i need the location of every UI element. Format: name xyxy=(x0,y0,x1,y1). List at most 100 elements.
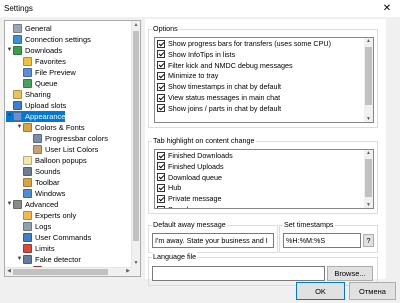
checkbox-label: Show joins / parts in chat by default xyxy=(168,103,282,113)
browse-button[interactable]: Browse... xyxy=(327,266,373,281)
tree-item-downloads[interactable]: ▼ Downloads xyxy=(6,45,62,56)
checkbox-label: View status messages in main chat xyxy=(168,93,281,102)
tree-item-experts-only[interactable]: Experts only xyxy=(16,210,76,221)
checkbox-checked-icon[interactable] xyxy=(157,194,165,203)
tree-item-user-commands[interactable]: User Commands xyxy=(16,232,91,243)
tree-item-appearance[interactable]: ▼ Appearance xyxy=(6,111,66,122)
ok-button[interactable]: OK xyxy=(296,282,345,300)
checkbox-item[interactable]: Search xyxy=(157,205,191,208)
checkbox-item[interactable]: Show progress bars for transfers (uses s… xyxy=(157,39,331,48)
checkbox-checked-icon[interactable] xyxy=(157,39,165,48)
tree-item-label: File Preview xyxy=(35,68,76,77)
checkbox-checked-icon[interactable] xyxy=(157,61,165,70)
tree-item-label: Sounds xyxy=(35,167,61,176)
tree-item-progressbar-colors[interactable]: Progressbar colors xyxy=(26,133,108,144)
tree-item-connection-settings[interactable]: Connection settings xyxy=(6,34,91,45)
expand-toggle-icon[interactable]: ▼ xyxy=(6,111,13,122)
tree-item-file-preview[interactable]: File Preview xyxy=(16,67,76,78)
tree-item-upload-slots[interactable]: Upload slots xyxy=(6,100,66,111)
away-message-input[interactable]: I'm away. State your business and I xyxy=(152,233,274,248)
scroll-up-arrow-icon[interactable]: ▲ xyxy=(364,38,373,44)
checkbox-checked-icon[interactable] xyxy=(157,162,165,171)
checkbox-checked-icon[interactable] xyxy=(157,173,165,182)
checkbox-item[interactable]: Filter kick and NMDC debug messages xyxy=(157,61,293,70)
tree-item-label: Upload slots xyxy=(25,101,67,110)
close-button[interactable]: ✕ xyxy=(374,0,400,17)
folder-icon xyxy=(13,90,22,99)
tree-item-label: User List Colors xyxy=(45,145,99,154)
checkbox-checked-icon[interactable] xyxy=(157,104,165,113)
tree-item-logs[interactable]: Logs xyxy=(16,221,51,232)
scroll-thumb[interactable] xyxy=(365,159,372,197)
star-icon xyxy=(23,57,32,66)
tree-item-sounds[interactable]: Sounds xyxy=(16,166,60,177)
scroll-thumb[interactable] xyxy=(133,31,139,241)
tree-item-sharing[interactable]: Sharing xyxy=(6,89,51,100)
checkbox-item[interactable]: Show InfoTips in lists xyxy=(157,50,235,59)
tree-item-balloon-popups[interactable]: Balloon popups xyxy=(16,155,87,166)
tree-item-label: Queue xyxy=(35,79,58,88)
tree-item-advanced[interactable]: ▼ Advanced xyxy=(6,199,58,210)
expand-toggle-icon[interactable]: ▼ xyxy=(6,199,13,210)
checkbox-checked-icon[interactable] xyxy=(157,183,165,192)
away-message-group: Default away message I'm away. State you… xyxy=(148,220,278,253)
appearance-icon xyxy=(13,112,22,121)
tab-highlight-list[interactable]: ▲ ▼ Finished Downloads Finished Uploads Do… xyxy=(154,149,374,209)
checkbox-item[interactable]: Finished Uploads xyxy=(157,162,224,171)
options-list-scrollbar[interactable]: ▲ ▼ xyxy=(364,38,373,122)
tree-item-label: Fake detector xyxy=(35,255,81,264)
scroll-thumb[interactable] xyxy=(13,269,108,275)
cancel-button[interactable]: Отмена xyxy=(349,282,396,300)
checkbox-checked-icon[interactable] xyxy=(157,93,165,102)
checkbox-item[interactable]: Finished Downloads xyxy=(157,151,233,160)
tree-item-label: Favorites xyxy=(35,57,66,66)
checkbox-item[interactable]: Download queue xyxy=(157,173,222,182)
scroll-up-arrow-icon[interactable]: ▲ xyxy=(364,150,373,156)
checkbox-checked-icon[interactable] xyxy=(157,71,165,80)
timestamps-input[interactable]: %H:%M:%S xyxy=(283,233,361,248)
tree-vertical-scrollbar[interactable]: ▲ ▼ xyxy=(131,21,140,276)
scroll-down-arrow-icon[interactable]: ▼ xyxy=(364,116,373,122)
checkbox-item[interactable]: Show timestamps in chat by default xyxy=(157,82,281,91)
scroll-thumb[interactable] xyxy=(365,47,372,105)
checkbox-checked-icon[interactable] xyxy=(157,82,165,91)
checkbox-item[interactable]: Minimize to tray xyxy=(157,71,218,80)
timestamps-help-button[interactable]: ? xyxy=(363,234,374,247)
tree-item-favorites[interactable]: Favorites xyxy=(16,56,66,67)
checkbox-item[interactable]: View status messages in main chat xyxy=(157,93,280,102)
expand-toggle-icon[interactable]: ▼ xyxy=(16,122,23,133)
checkbox-item[interactable]: Private message xyxy=(157,194,222,203)
settings-tree[interactable]: General Connection settings ▼ Downloads Favo… xyxy=(4,20,141,277)
users-icon xyxy=(33,145,42,154)
tab-highlight-list-scrollbar[interactable]: ▲ ▼ xyxy=(364,150,373,208)
checkbox-item[interactable]: Hub xyxy=(157,183,181,192)
scroll-down-arrow-icon[interactable]: ▼ xyxy=(364,202,373,208)
tree-horizontal-scrollbar[interactable]: ◀ ▶ xyxy=(5,267,132,276)
options-list[interactable]: ▲ ▼ Show progress bars for transfers (us… xyxy=(154,37,374,123)
tree-item-windows[interactable]: Windows xyxy=(16,188,65,199)
tree-item-label: Limits xyxy=(35,244,55,253)
checkbox-label: Show InfoTips in lists xyxy=(168,49,236,59)
checkbox-checked-icon[interactable] xyxy=(157,205,165,208)
expand-toggle-icon[interactable]: ▼ xyxy=(16,254,23,265)
checkbox-label: Show progress bars for transfers (uses s… xyxy=(168,39,331,48)
checkbox-item[interactable]: Show joins / parts in chat by default xyxy=(157,104,281,113)
tree-item-queue[interactable]: Queue xyxy=(16,78,58,89)
scroll-down-arrow-icon[interactable]: ▼ xyxy=(132,260,140,266)
scroll-up-arrow-icon[interactable]: ▲ xyxy=(132,22,140,28)
tree-item-label: Advanced xyxy=(25,200,59,209)
tree-item-user-list-colors[interactable]: User List Colors xyxy=(26,144,98,155)
expand-toggle-icon[interactable]: ▼ xyxy=(6,45,13,56)
tree-item-limits[interactable]: Limits xyxy=(16,243,55,254)
scroll-left-arrow-icon[interactable]: ◀ xyxy=(5,268,13,274)
detector-icon xyxy=(23,255,32,264)
checkbox-checked-icon[interactable] xyxy=(157,151,165,160)
checkbox-checked-icon[interactable] xyxy=(157,50,165,59)
language-file-input[interactable] xyxy=(152,266,325,281)
tree-item-colors-fonts[interactable]: ▼ Colors & Fonts xyxy=(16,122,85,133)
tree-item-general[interactable]: General xyxy=(6,23,52,34)
network-icon xyxy=(13,35,22,44)
tree-item-toolbar[interactable]: Toolbar xyxy=(16,177,60,188)
toolbar-icon xyxy=(23,178,32,187)
tree-item-fake-detector[interactable]: ▼ Fake detector xyxy=(16,254,81,265)
